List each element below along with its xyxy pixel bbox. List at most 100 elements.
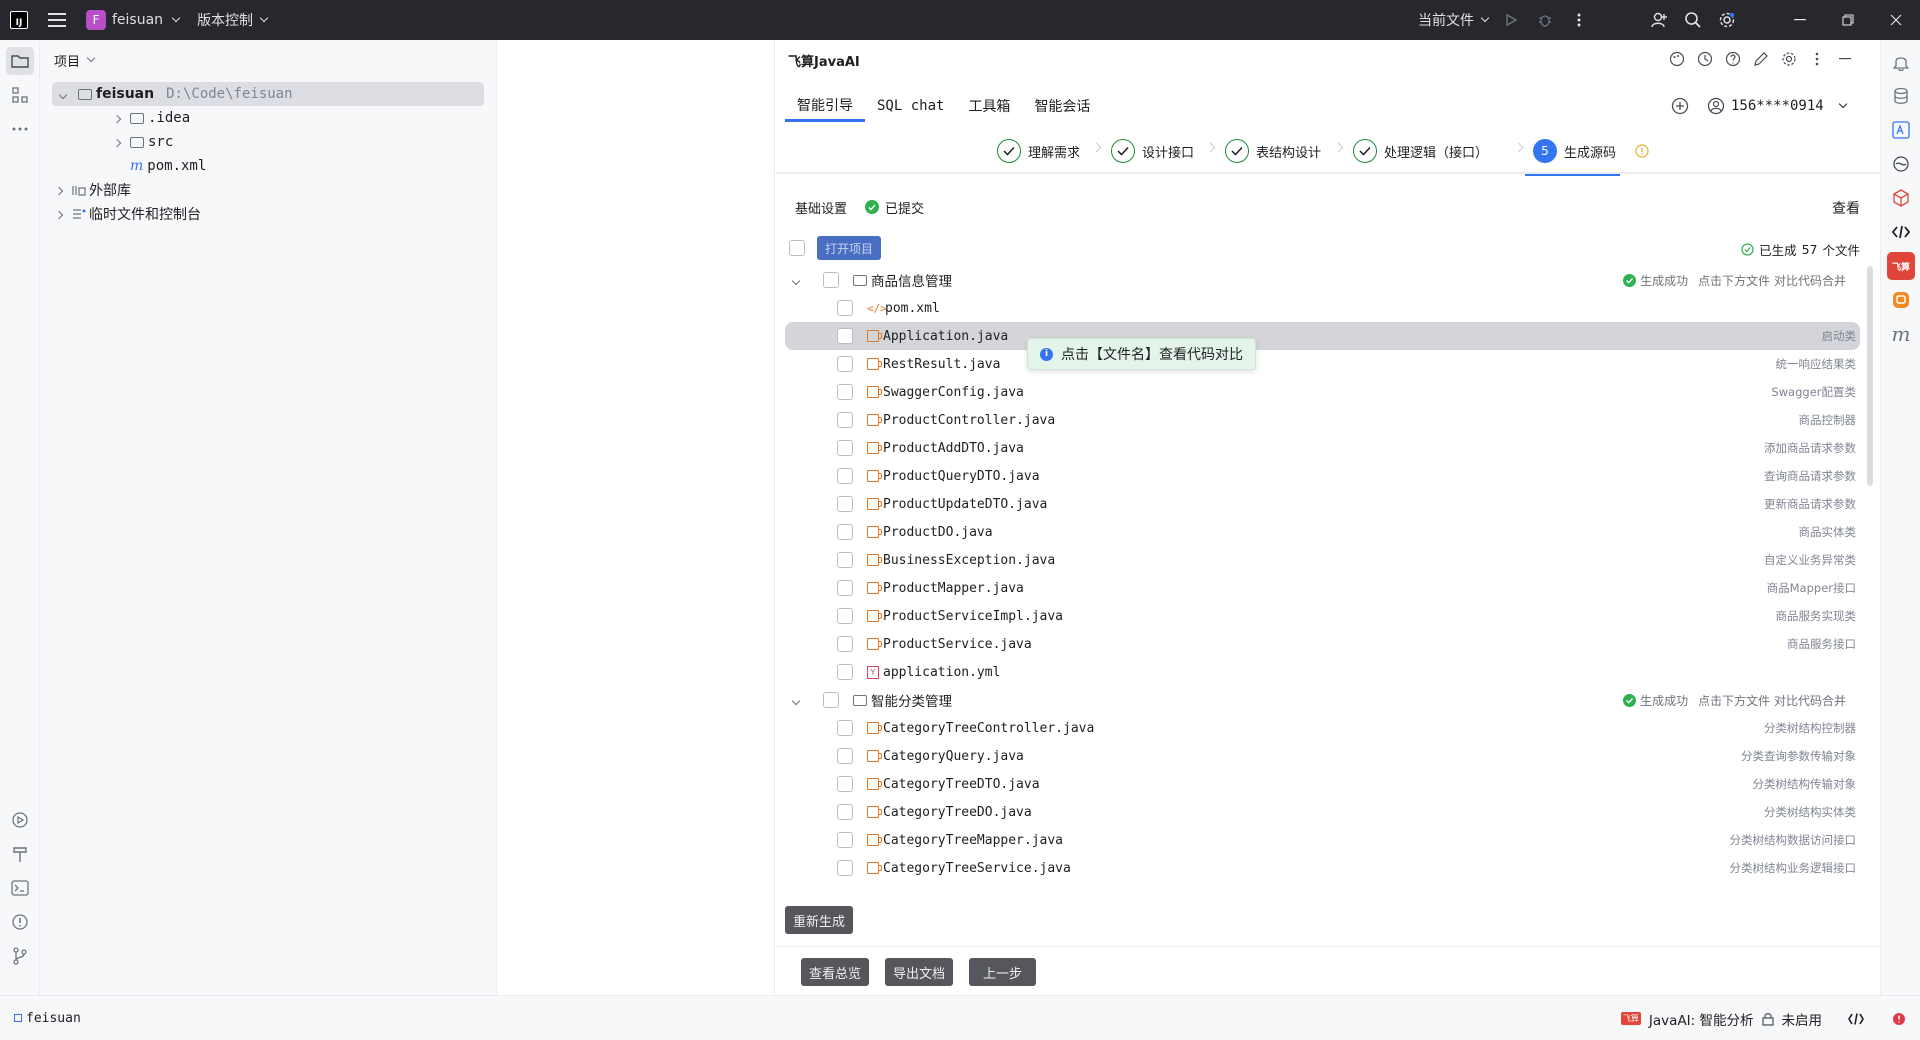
list-scrollbar[interactable] bbox=[1867, 266, 1873, 486]
file-checkbox[interactable] bbox=[837, 832, 853, 848]
tree-item-scratches[interactable]: 临时文件和控制台 bbox=[40, 202, 496, 226]
palette-icon[interactable] bbox=[1666, 48, 1688, 70]
file-name[interactable]: ProductAddDTO.java bbox=[883, 441, 1024, 456]
file-name[interactable]: ProductUpdateDTO.java bbox=[883, 497, 1047, 512]
step-5[interactable]: 5 生成源码 bbox=[1524, 128, 1621, 176]
group-row[interactable]: 商品信息管理 生成成功 点击下方文件 对比代码合并 bbox=[785, 266, 1860, 294]
tab-smart-chat[interactable]: 智能会话 bbox=[1022, 90, 1102, 122]
file-row[interactable]: CategoryTreeDTO.java 分类树结构传输对象 bbox=[785, 770, 1860, 798]
file-row[interactable]: SwaggerConfig.java Swagger配置类 bbox=[785, 378, 1860, 406]
file-row[interactable]: </> pom.xml bbox=[785, 294, 1860, 322]
file-row[interactable]: ProductUpdateDTO.java 更新商品请求参数 bbox=[785, 490, 1860, 518]
view-link[interactable]: 查看 bbox=[1832, 198, 1860, 218]
project-folder-icon[interactable] bbox=[6, 47, 34, 75]
select-all-checkbox[interactable] bbox=[789, 240, 805, 256]
info-warning-icon[interactable] bbox=[1635, 144, 1649, 158]
file-checkbox[interactable] bbox=[837, 776, 853, 792]
file-row[interactable]: Yapplication.yml bbox=[785, 658, 1860, 686]
file-row[interactable]: ProductQueryDTO.java 查询商品请求参数 bbox=[785, 462, 1860, 490]
debug-icon[interactable] bbox=[1528, 0, 1562, 40]
file-checkbox[interactable] bbox=[837, 860, 853, 876]
tree-item-src[interactable]: src bbox=[40, 130, 496, 154]
file-name[interactable]: application.yml bbox=[883, 665, 1000, 680]
file-checkbox[interactable] bbox=[837, 300, 853, 316]
more-vertical-icon[interactable] bbox=[1806, 48, 1828, 70]
edit-icon[interactable] bbox=[1750, 48, 1772, 70]
structure-icon[interactable] bbox=[6, 81, 34, 109]
file-row[interactable]: ProductService.java 商品服务接口 bbox=[785, 630, 1860, 658]
search-icon[interactable] bbox=[1676, 0, 1710, 40]
group-row[interactable]: 智能分类管理 生成成功 点击下方文件 对比代码合并 bbox=[785, 686, 1860, 714]
overview-button[interactable]: 查看总览 bbox=[801, 958, 870, 986]
more-horizontal-icon[interactable] bbox=[6, 115, 34, 143]
file-checkbox[interactable] bbox=[837, 356, 853, 372]
plugin-cube-icon[interactable] bbox=[1887, 184, 1915, 212]
file-checkbox[interactable] bbox=[837, 552, 853, 568]
file-name[interactable]: CategoryTreeController.java bbox=[883, 721, 1094, 736]
tab-smart-guide[interactable]: 智能引导 bbox=[785, 90, 865, 122]
tab-sql-chat[interactable]: SQL chat bbox=[865, 90, 956, 122]
help-icon[interactable] bbox=[1722, 48, 1744, 70]
disabled-status[interactable]: 未启用 bbox=[1782, 1009, 1823, 1029]
file-checkbox[interactable] bbox=[837, 524, 853, 540]
file-name[interactable]: BusinessException.java bbox=[883, 553, 1055, 568]
file-name[interactable]: CategoryTreeDTO.java bbox=[883, 777, 1040, 792]
main-menu-icon[interactable] bbox=[48, 13, 66, 27]
add-user-icon[interactable] bbox=[1642, 0, 1676, 40]
git-branch-icon[interactable] bbox=[6, 942, 34, 970]
problems-icon[interactable] bbox=[6, 908, 34, 936]
settings-icon[interactable] bbox=[1778, 48, 1800, 70]
file-row[interactable]: CategoryTreeController.java 分类树结构控制器 bbox=[785, 714, 1860, 742]
tab-toolbox[interactable]: 工具箱 bbox=[956, 90, 1022, 122]
previous-step-button[interactable]: 上一步 bbox=[969, 958, 1037, 986]
file-checkbox[interactable] bbox=[837, 636, 853, 652]
open-project-button[interactable]: 打开项目 bbox=[817, 236, 882, 260]
file-row[interactable]: CategoryTreeService.java 分类树结构业务逻辑接口 bbox=[785, 854, 1860, 882]
run-config-selector[interactable]: 当前文件 bbox=[1418, 10, 1490, 30]
file-row[interactable]: BusinessException.java 自定义业务异常类 bbox=[785, 546, 1860, 574]
group-checkbox[interactable] bbox=[823, 692, 839, 708]
step-2[interactable]: 设计接口 bbox=[1111, 128, 1194, 174]
tree-item-external-libs[interactable]: 外部库 bbox=[40, 178, 496, 202]
file-name[interactable]: pom.xml bbox=[885, 301, 940, 316]
chevron-down-icon[interactable] bbox=[791, 272, 809, 288]
file-checkbox[interactable] bbox=[837, 468, 853, 484]
maven-m-icon[interactable]: m bbox=[1887, 320, 1915, 348]
chat-bubble-icon[interactable] bbox=[1887, 286, 1915, 314]
file-name[interactable]: ProductQueryDTO.java bbox=[883, 469, 1040, 484]
file-checkbox[interactable] bbox=[837, 412, 853, 428]
tree-item-root[interactable]: feisuan D:\Code\feisuan bbox=[52, 82, 484, 106]
tree-item-idea[interactable]: .idea bbox=[40, 106, 496, 130]
file-checkbox[interactable] bbox=[837, 496, 853, 512]
settings-gear-icon[interactable] bbox=[1710, 0, 1744, 40]
plugin-status-text[interactable]: JavaAI: 智能分析 bbox=[1649, 1009, 1754, 1029]
group-checkbox[interactable] bbox=[823, 272, 839, 288]
file-checkbox[interactable] bbox=[837, 664, 853, 680]
build-hammer-icon[interactable] bbox=[6, 840, 34, 868]
file-name[interactable]: ProductServiceImpl.java bbox=[883, 609, 1063, 624]
file-checkbox[interactable] bbox=[837, 720, 853, 736]
database-icon[interactable] bbox=[1887, 82, 1915, 110]
restore-icon[interactable] bbox=[1824, 0, 1872, 40]
file-row[interactable]: ProductAddDTO.java 添加商品请求参数 bbox=[785, 434, 1860, 462]
file-row[interactable]: CategoryTreeDO.java 分类树结构实体类 bbox=[785, 798, 1860, 826]
file-name[interactable]: SwaggerConfig.java bbox=[883, 385, 1024, 400]
more-vertical-icon[interactable] bbox=[1562, 0, 1596, 40]
minimize-panel-icon[interactable] bbox=[1834, 48, 1856, 70]
status-breadcrumb[interactable]: feisuan bbox=[14, 1011, 81, 1026]
file-row[interactable]: CategoryTreeMapper.java 分类树结构数据访问接口 bbox=[785, 826, 1860, 854]
user-account-menu[interactable]: 156****0914 bbox=[1707, 97, 1847, 115]
file-name[interactable]: ProductMapper.java bbox=[883, 581, 1024, 596]
feisuan-plugin-icon[interactable]: 飞算 bbox=[1887, 252, 1915, 280]
minimize-icon[interactable] bbox=[1776, 0, 1824, 40]
tree-item-pom[interactable]: m pom.xml bbox=[40, 154, 496, 178]
file-name[interactable]: Application.java bbox=[883, 329, 1008, 344]
services-run-icon[interactable] bbox=[6, 806, 34, 834]
step-4[interactable]: 处理逻辑（接口） bbox=[1353, 128, 1488, 174]
file-row[interactable]: ProductServiceImpl.java 商品服务实现类 bbox=[785, 602, 1860, 630]
code-brackets-icon[interactable] bbox=[1887, 218, 1915, 246]
code-brackets-icon[interactable] bbox=[1848, 1012, 1864, 1025]
chevron-down-icon[interactable] bbox=[791, 692, 809, 708]
regenerate-button[interactable]: 重新生成 bbox=[785, 906, 854, 934]
notifications-bell-icon[interactable] bbox=[1887, 48, 1915, 76]
